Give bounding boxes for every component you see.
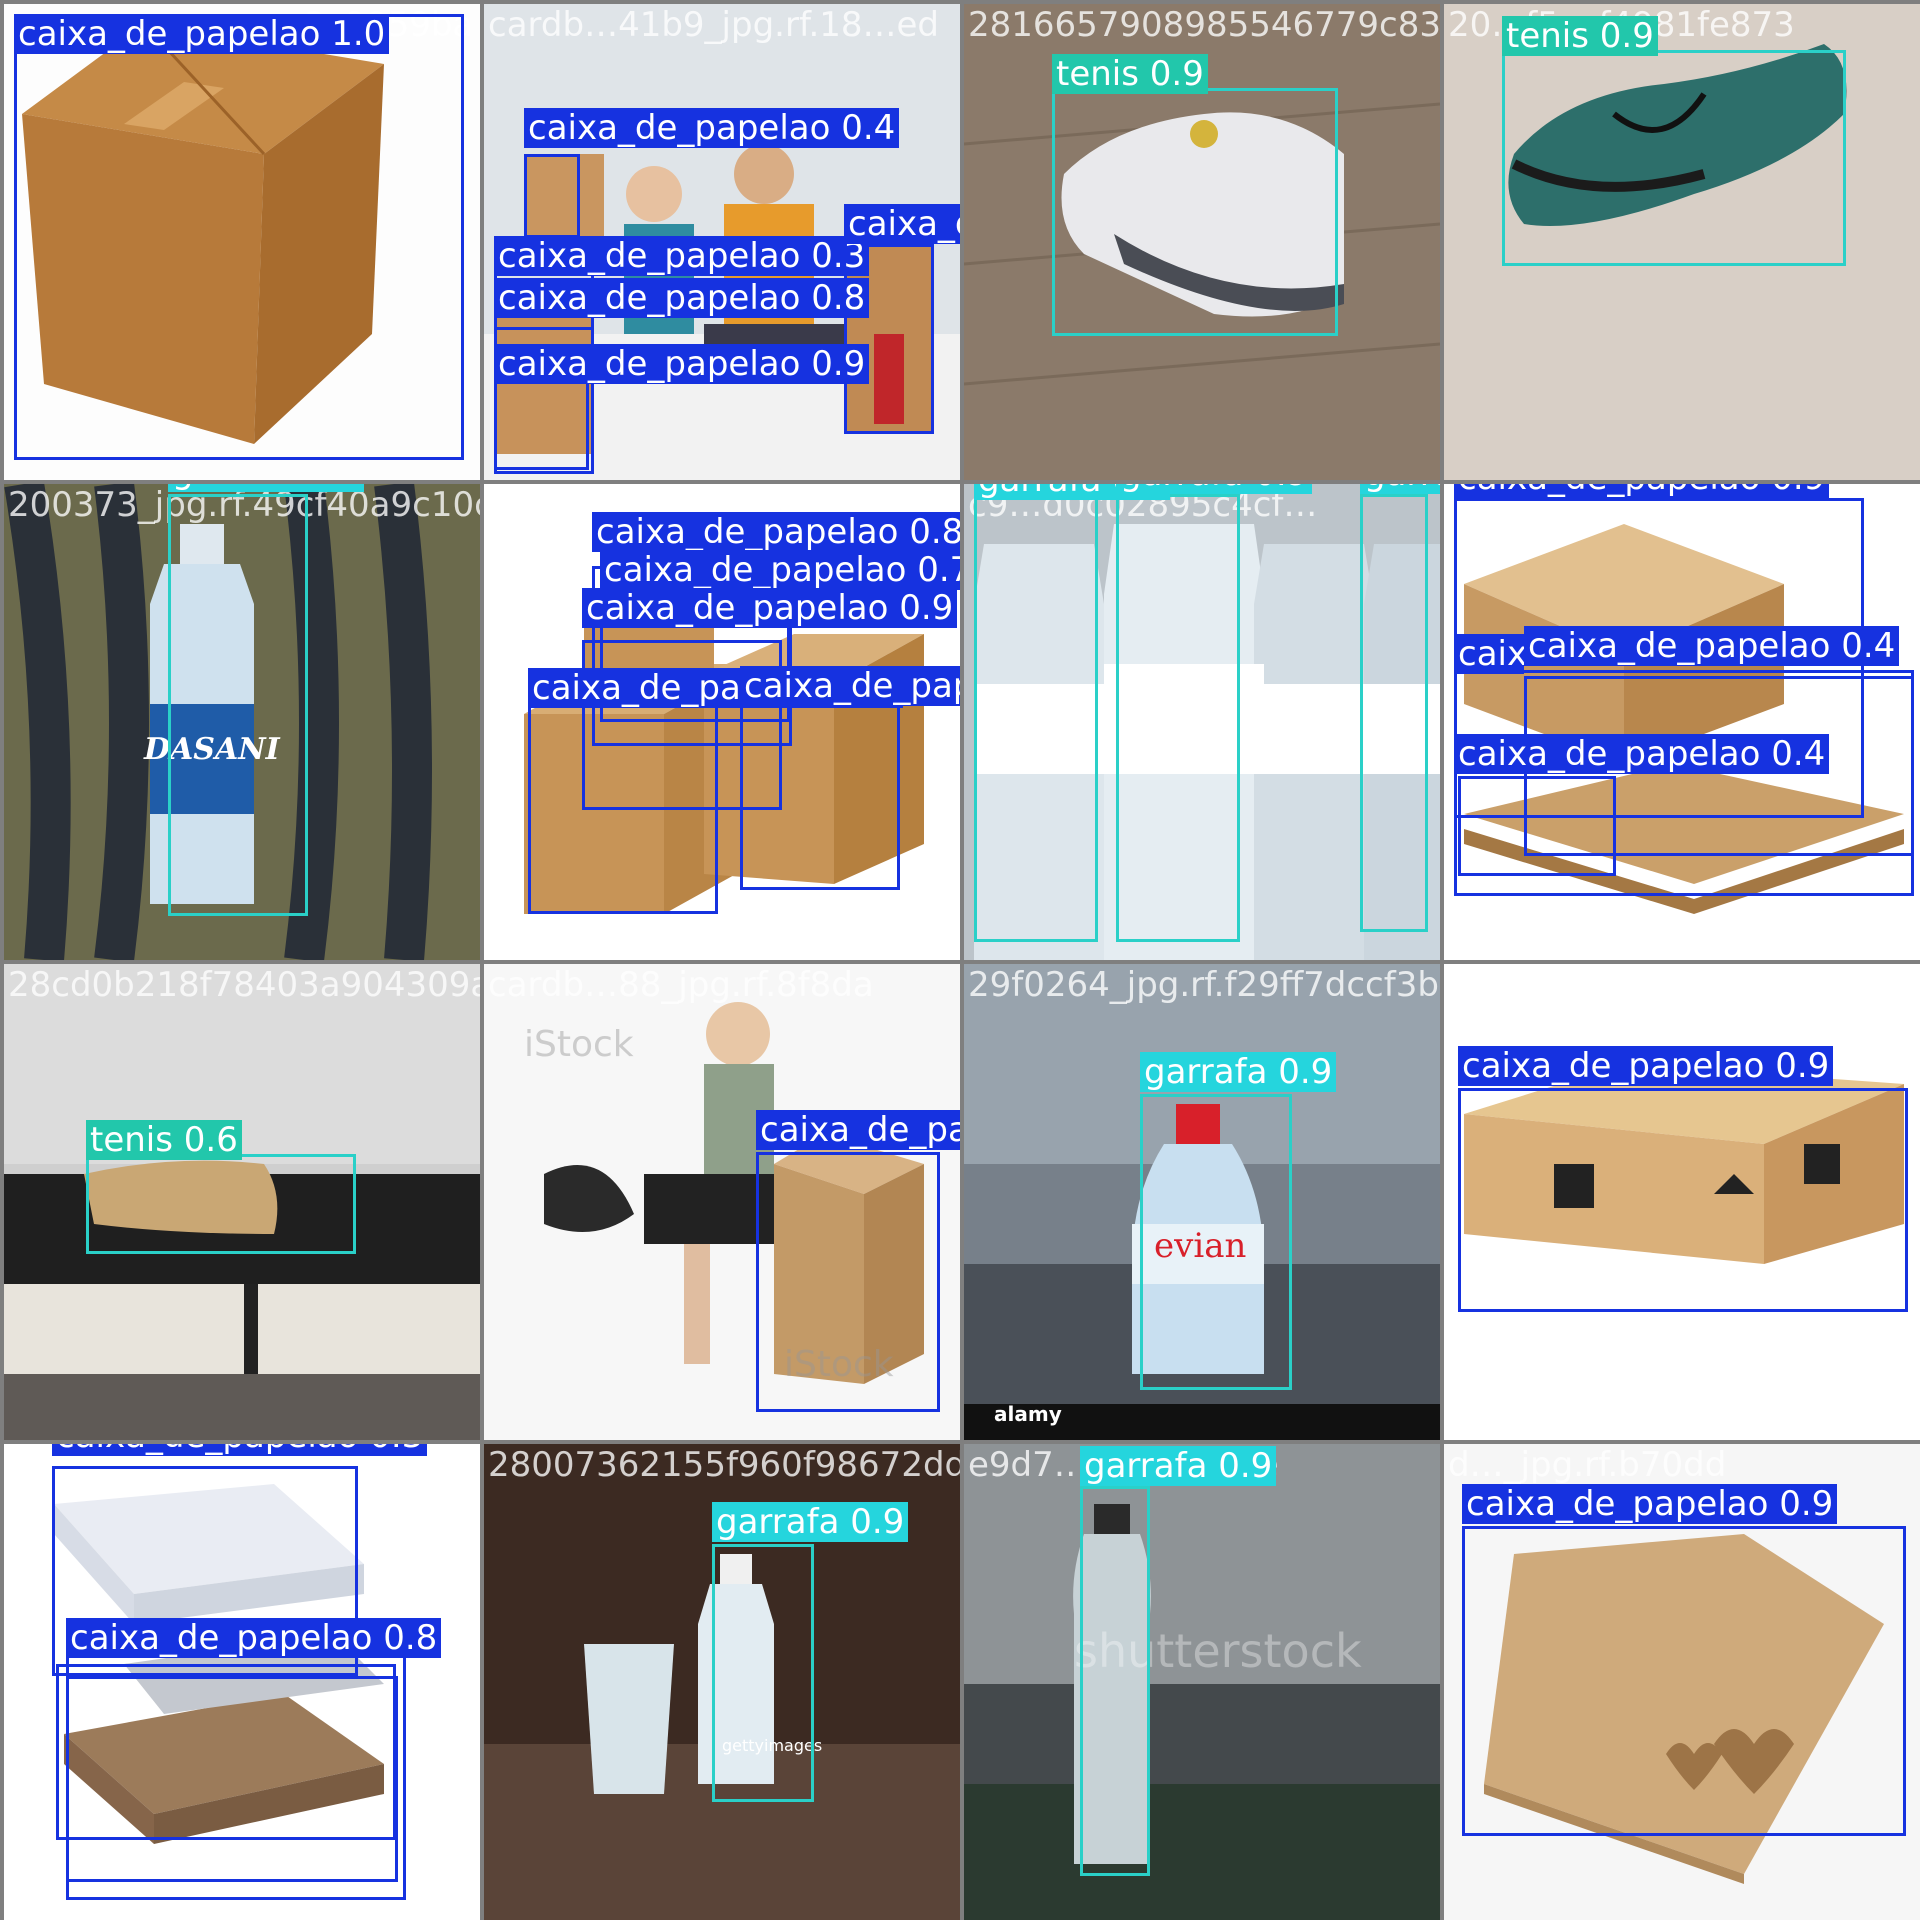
tile-14: gettyimages 28007362155f960f98672dde2 ga… <box>484 1444 960 1920</box>
bbox-box-7c <box>1360 494 1428 932</box>
bbox-label-text-9: tenis 0.6 <box>90 1120 238 1160</box>
bbox-label-text-13a: caixa_de_papelao 0.3 <box>56 1444 423 1456</box>
bbox-box-16 <box>1462 1526 1906 1836</box>
bbox-label-13b: caixa_de_papelao 0.8 <box>66 1618 442 1658</box>
tile-9: 28cd0b218f78403a904309a7a tenis 0.6 <box>4 964 480 1440</box>
bbox-box-11 <box>1140 1094 1292 1390</box>
bbox-box-14 <box>712 1544 814 1802</box>
bbox-label-text-2e: caixa_de_papelao 0.9 <box>498 344 866 384</box>
bbox-label-text-7b: garrafa 0.9 <box>1120 484 1308 494</box>
bbox-label-text-1: caixa_de_papelao 1.0 <box>18 14 386 54</box>
bbox-label-7b: garrafa 0.9 <box>1116 484 1313 494</box>
alamy-watermark: alamy <box>994 1402 1062 1426</box>
bbox-box-13d <box>66 1676 398 1882</box>
bbox-label-14: garrafa 0.9 <box>712 1502 909 1542</box>
bbox-box-10 <box>756 1152 940 1412</box>
tile-15: shutterstock e9d7…d0bd9c6de garrafa 0.9 <box>964 1444 1440 1920</box>
bbox-label-8b: caixa_de_papelao 0.4 <box>1524 626 1900 666</box>
istock-watermark-1: iStock <box>524 1024 634 1065</box>
bbox-label-15: garrafa 0.9 <box>1080 1446 1277 1486</box>
bbox-box-4 <box>1502 50 1846 266</box>
bbox-label-text-10: caixa_de_papelao 0.9 <box>760 1110 960 1150</box>
bbox-label-6b: caixa_de_papelao 0.7 <box>600 550 960 590</box>
tile-7: c9…d0c02895c4cf… garrafa 0.8 garrafa 0.9… <box>964 484 1440 960</box>
tile-15-photo: shutterstock <box>964 1444 1440 1920</box>
bbox-box-5 <box>168 494 308 916</box>
bbox-label-2b: caixa_de_papelao 0.3 <box>494 236 870 276</box>
tile-16: d…_jpg.rf.b70dd caixa_de_papelao 0.9 <box>1444 1444 1920 1920</box>
bbox-label-8d: caixa_de_papelao 0.4 <box>1454 734 1830 774</box>
bbox-label-5: garrafa 0.9 <box>168 484 365 492</box>
bbox-label-4: tenis 0.9 <box>1502 16 1658 56</box>
bbox-label-10: caixa_de_papelao 0.9 <box>756 1110 960 1150</box>
bbox-label-text-3: tenis 0.9 <box>1056 54 1204 94</box>
bbox-label-11: garrafa 0.9 <box>1140 1052 1337 1092</box>
bbox-label-text-8d: caixa_de_papelao 0.4 <box>1458 734 1826 774</box>
bbox-label-text-8b: caixa_de_papelao 0.4 <box>1528 626 1896 666</box>
bbox-label-text-6b: caixa_de_papelao 0.7 <box>604 550 960 590</box>
bbox-label-3: tenis 0.9 <box>1052 54 1208 94</box>
bbox-box-7a <box>974 494 1098 942</box>
bbox-box-1 <box>14 14 464 460</box>
tile-8: ee…2aa4b29jpg.rf.b2c43 caixa_de_papelao … <box>1444 484 1920 960</box>
bbox-label-6c: caixa_de_papelao 0.9 <box>582 588 958 628</box>
bbox-label-2a: caixa_de_papelao 0.4 <box>524 108 900 148</box>
bbox-label-13a: caixa_de_papelao 0.3 <box>52 1444 428 1456</box>
tile-11: evian alamy 29f0264_jpg.rf.f29ff7dccf3b4… <box>964 964 1440 1440</box>
bbox-box-3 <box>1052 88 1338 336</box>
bbox-label-text-6c: caixa_de_papelao 0.9 <box>586 588 954 628</box>
tile-12: ad2352e034e_jpg.rf.465c3ba caixa_de_pape… <box>1444 964 1920 1440</box>
bbox-box-2a <box>524 154 580 238</box>
bbox-label-8c: caixa <box>1454 634 1524 674</box>
detection-grid: 3c9959ba caixa_de_papelao 1.0 cardb…41b9… <box>0 0 1920 1920</box>
bbox-label-text-2b: caixa_de_papelao 0.3 <box>498 236 866 276</box>
bbox-label-text-4: tenis 0.9 <box>1506 16 1654 56</box>
bbox-label-6a: caixa_de_papelao 0.8 <box>592 512 960 552</box>
bbox-label-text-12: caixa_de_papelao 0.9 <box>1462 1046 1830 1086</box>
bbox-label-6e: caixa_de_papelao 0.9 <box>740 666 960 706</box>
bbox-label-text-15: garrafa 0.9 <box>1084 1446 1273 1486</box>
bbox-label-2e: caixa_de_papelao 0.9 <box>494 344 870 384</box>
bbox-box-9 <box>86 1154 356 1254</box>
bbox-label-text-8c: caixa <box>1458 634 1524 674</box>
bbox-label-text-6e: caixa_de_papelao 0.9 <box>744 666 960 706</box>
bbox-label-1: caixa_de_papelao 1.0 <box>14 14 390 54</box>
bbox-label-text-8a: caixa_de_papelao 0.9 <box>1458 484 1825 498</box>
tile-4: 20…f5ecf4981fe873 tenis 0.9 <box>1444 4 1920 480</box>
tile-10: iStock iStock cardb…88_jpg.rf.8f8da caix… <box>484 964 960 1440</box>
tile-2: cardb…41b9_jpg.rf.18…ed caixa_de_papelao… <box>484 4 960 480</box>
bbox-box-12 <box>1458 1088 1908 1312</box>
bbox-label-text-2d: caixa_de_papelao 0.9 <box>848 204 960 244</box>
bbox-label-text-11: garrafa 0.9 <box>1144 1052 1333 1092</box>
bbox-box-8d <box>1458 776 1616 876</box>
bbox-label-text-7c: garrafa <box>1364 484 1440 494</box>
bbox-label-9: tenis 0.6 <box>86 1120 242 1160</box>
bbox-box-15 <box>1080 1486 1150 1876</box>
bbox-label-2d: caixa_de_papelao 0.9 <box>844 204 960 244</box>
bbox-box-7b <box>1116 494 1240 942</box>
tile-1: 3c9959ba caixa_de_papelao 1.0 <box>4 4 480 480</box>
bbox-label-12: caixa_de_papelao 0.9 <box>1458 1046 1834 1086</box>
bbox-label-text-13b: caixa_de_papelao 0.8 <box>70 1618 438 1658</box>
bbox-box-6d <box>528 674 718 914</box>
bbox-label-text-5: garrafa 0.9 <box>172 484 360 492</box>
bbox-label-text-14: garrafa 0.9 <box>716 1502 905 1542</box>
bbox-label-2c: caixa_de_papelao 0.8 <box>494 278 870 318</box>
bbox-label-text-16: caixa_de_papelao 0.9 <box>1466 1484 1834 1524</box>
bbox-label-text-2c: caixa_de_papelao 0.8 <box>498 278 866 318</box>
tile-13: cardboard-786_jpg.rf.e4228 caixa_de_pape… <box>4 1444 480 1920</box>
bbox-label-text-6a: caixa_de_papelao 0.8 <box>596 512 960 552</box>
bbox-label-16: caixa_de_papelao 0.9 <box>1462 1484 1838 1524</box>
tile-5: DASANI 200373_jpg.rf.49cf40a9c10c garraf… <box>4 484 480 960</box>
tile-3: 2816657908985546779c833c72 tenis 0.9 <box>964 4 1440 480</box>
bbox-label-text-2a: caixa_de_papelao 0.4 <box>528 108 896 148</box>
bbox-label-8a: caixa_de_papelao 0.9 <box>1454 484 1830 498</box>
tile-6: 95f5b…_jpg.rf.be3c43 caixa_de_papelao 0.… <box>484 484 960 960</box>
bbox-label-7c: garrafa <box>1360 484 1440 494</box>
